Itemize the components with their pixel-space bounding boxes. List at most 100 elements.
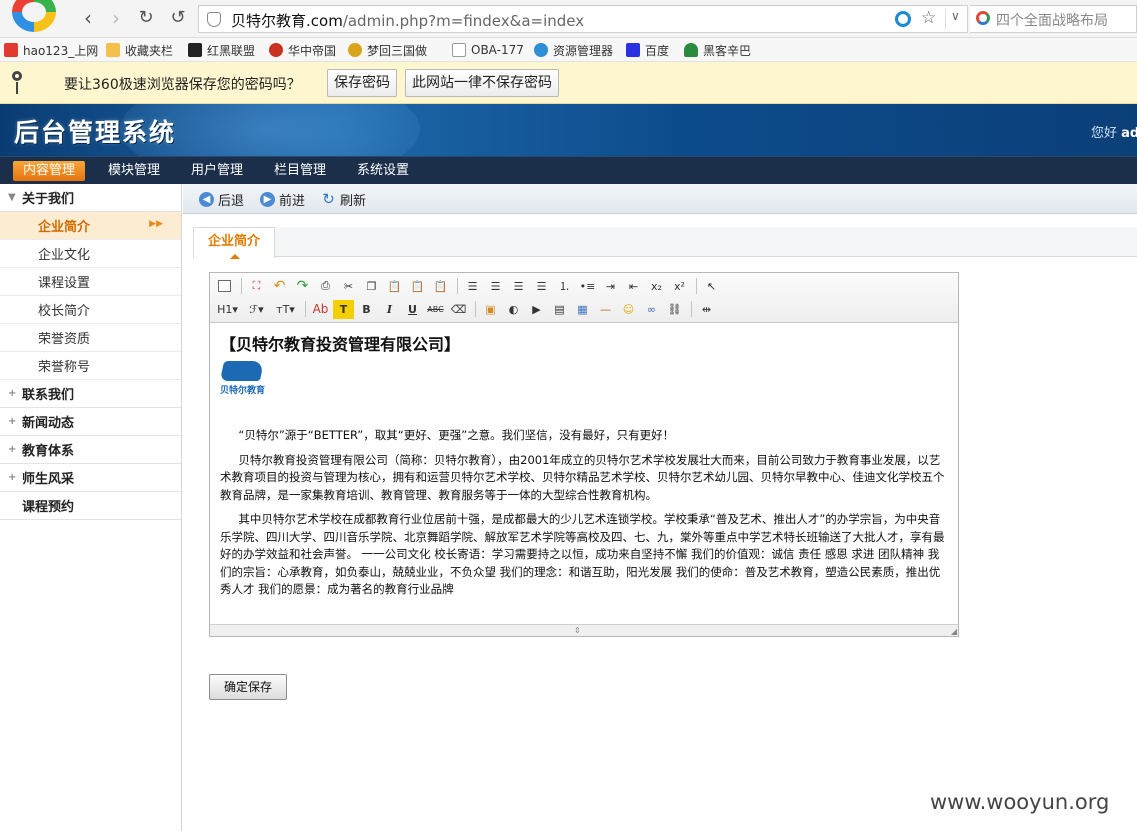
url-bar[interactable]: 贝特尔教育.com/admin.php?m=findex&a=index ☆ ∨ [198,5,968,33]
pagebreak-icon[interactable]: ⇹ [696,300,717,319]
undo-icon[interactable]: ↶ [269,277,290,296]
highlight-icon[interactable]: T [333,299,354,319]
forecolor-icon[interactable]: Ab [310,300,331,319]
sidebar-item-company-intro[interactable]: 企业简介 ▶▶ [0,212,181,240]
unlink-icon[interactable]: ⛓ [664,300,685,319]
content-paragraph: 贝特尔教育投资管理有限公司（简称：贝特尔教育），由2001年成立的贝特尔艺术学校… [220,452,945,502]
forward-button[interactable]: ▶ 前进 [260,190,305,209]
sidebar-group-news[interactable]: + 新闻动态 [0,408,181,436]
editor-content[interactable]: 【贝特尔教育投资管理有限公司】 贝特尔教育 “贝特尔”源于“BETTER”，取其… [210,323,958,624]
content-paragraph: 其中贝特尔艺术学校在成都教育行业位居前十强，是成都最大的少儿艺术连锁学校。学校秉… [220,512,945,596]
editor-resize-bar[interactable]: ⇕ ◢ [210,624,958,636]
align-center-icon[interactable]: ☰ [485,277,506,296]
favorites-bar: hao123_上网 收藏夹栏 红黑联盟 华中帝国 梦回三国做 OBA-177 资… [0,38,1137,62]
save-password-button[interactable]: 保存密码 [327,69,397,97]
outdent-icon[interactable]: ⇤ [623,277,644,296]
copy-icon[interactable]: ❐ [361,277,382,296]
sidebar-group-education-system[interactable]: + 教育体系 [0,436,181,464]
sidebar-group-booking[interactable]: 课程预约 [0,492,181,520]
table-icon[interactable]: ▦ [572,300,593,319]
never-save-password-button[interactable]: 此网站一律不保存密码 [405,69,559,97]
favorite-item[interactable]: OBA-177 [452,41,524,59]
main-content: 企业简介 ⛶ ↶ ↷ ⎙ ✂ ❐ 📋 📋 📋 ☰ ☰ ☰ ☰ ⒈ •≡ ⇥ ⇤ … [183,215,1137,831]
strikethrough-icon[interactable]: ABC [425,300,446,319]
indent-icon[interactable]: ⇥ [600,277,621,296]
favorite-item[interactable]: 红黑联盟 [188,41,255,59]
hr-icon[interactable]: — [595,300,616,319]
favorite-item[interactable]: hao123_上网 [4,41,98,59]
menu-column-management[interactable]: 栏目管理 [264,161,336,181]
underline-icon[interactable]: U [402,300,423,319]
browser-logo-icon[interactable] [12,0,56,32]
sidebar-item-honor-qualification[interactable]: 荣誉资质 [0,324,181,352]
menu-user-management[interactable]: 用户管理 [181,161,253,181]
url-text[interactable]: 贝特尔教育.com/admin.php?m=findex&a=index [231,10,584,31]
favorite-item[interactable]: 资源管理器 [534,41,613,59]
eraser-icon[interactable]: ⌫ [448,300,469,319]
image-icon[interactable]: ▣ [480,300,501,319]
favorite-item[interactable]: 收藏夹栏 [106,41,173,59]
search-input[interactable]: 四个全面战略布局 [996,10,1108,30]
back-arrow-icon[interactable]: ‹ [76,7,100,31]
menu-content-management[interactable]: 内容管理 [13,161,86,181]
back-button[interactable]: ◀ 后退 [199,190,244,209]
sidebar-item-courses[interactable]: 课程设置 [0,268,181,296]
favorite-item[interactable]: 梦回三国做 [348,41,427,59]
search-box[interactable]: 四个全面战略布局 [970,5,1137,33]
favorite-item[interactable]: 黑客辛巴 [684,41,751,59]
reload-icon[interactable]: ↻ [134,7,158,31]
ie-mode-icon[interactable] [895,11,911,27]
source-icon[interactable] [214,277,235,296]
paste-icon[interactable]: 📋 [384,277,405,296]
search-engine-icon [976,11,990,25]
resize-grip-icon[interactable]: ⇕ [574,626,581,635]
fullscreen-icon[interactable]: ⛶ [246,277,267,296]
top-menu: 内容管理 模块管理 用户管理 栏目管理 系统设置 [0,156,1137,184]
paste-text-icon[interactable]: 📋 [407,277,428,296]
refresh-button[interactable]: ↻ 刷新 [321,190,366,210]
sidebar-group-about[interactable]: ▼ 关于我们 [0,184,181,212]
url-divider [945,9,946,29]
menu-module-management[interactable]: 模块管理 [98,161,170,181]
heading-dropdown[interactable]: H1 ▾ [214,300,241,319]
link-icon[interactable]: ∞ [641,300,662,319]
unordered-list-icon[interactable]: •≡ [577,277,598,296]
tab-company-intro[interactable]: 企业简介 [193,227,275,259]
font-family-dropdown[interactable]: ℱ ▾ [243,300,270,319]
chevron-down-icon[interactable]: ∨ [951,9,960,23]
select-all-icon[interactable]: ↖ [701,277,722,296]
align-justify-icon[interactable]: ☰ [531,277,552,296]
menu-system-settings[interactable]: 系统设置 [347,161,419,181]
forward-icon: ▶ [260,192,275,207]
align-left-icon[interactable]: ☰ [462,277,483,296]
subscript-icon[interactable]: x₂ [646,277,667,296]
undo-close-icon[interactable]: ↺ [166,7,190,31]
sidebar-item-principal[interactable]: 校长简介 [0,296,181,324]
emoticon-icon[interactable]: ☺ [618,300,639,319]
forward-arrow-icon[interactable]: › [104,7,128,31]
sidebar-item-company-culture[interactable]: 企业文化 [0,240,181,268]
bold-icon[interactable]: B [356,300,377,319]
site-icon [534,43,548,57]
redo-icon[interactable]: ↷ [292,277,313,296]
italic-icon[interactable]: I [379,300,400,319]
file-icon[interactable]: ▤ [549,300,570,319]
font-size-dropdown[interactable]: тT ▾ [272,300,299,319]
media-icon[interactable]: ▶ [526,300,547,319]
favorite-item[interactable]: 华中帝国 [269,41,336,59]
sidebar-group-contact[interactable]: + 联系我们 [0,380,181,408]
sidebar-item-honor-titles[interactable]: 荣誉称号 [0,352,181,380]
favorite-item[interactable]: 百度 [626,41,669,59]
paste-word-icon[interactable]: 📋 [430,277,451,296]
print-icon[interactable]: ⎙ [315,277,336,296]
sidebar-group-showcase[interactable]: + 师生风采 [0,464,181,492]
superscript-icon[interactable]: x² [669,277,690,296]
resize-corner-icon[interactable]: ◢ [951,627,957,636]
user-greeting: 您好 adm [1091,122,1137,141]
flash-icon[interactable]: ◐ [503,300,524,319]
cut-icon[interactable]: ✂ [338,277,359,296]
ordered-list-icon[interactable]: ⒈ [554,277,575,296]
confirm-save-button[interactable]: 确定保存 [209,674,287,700]
star-icon[interactable]: ☆ [921,8,936,28]
align-right-icon[interactable]: ☰ [508,277,529,296]
